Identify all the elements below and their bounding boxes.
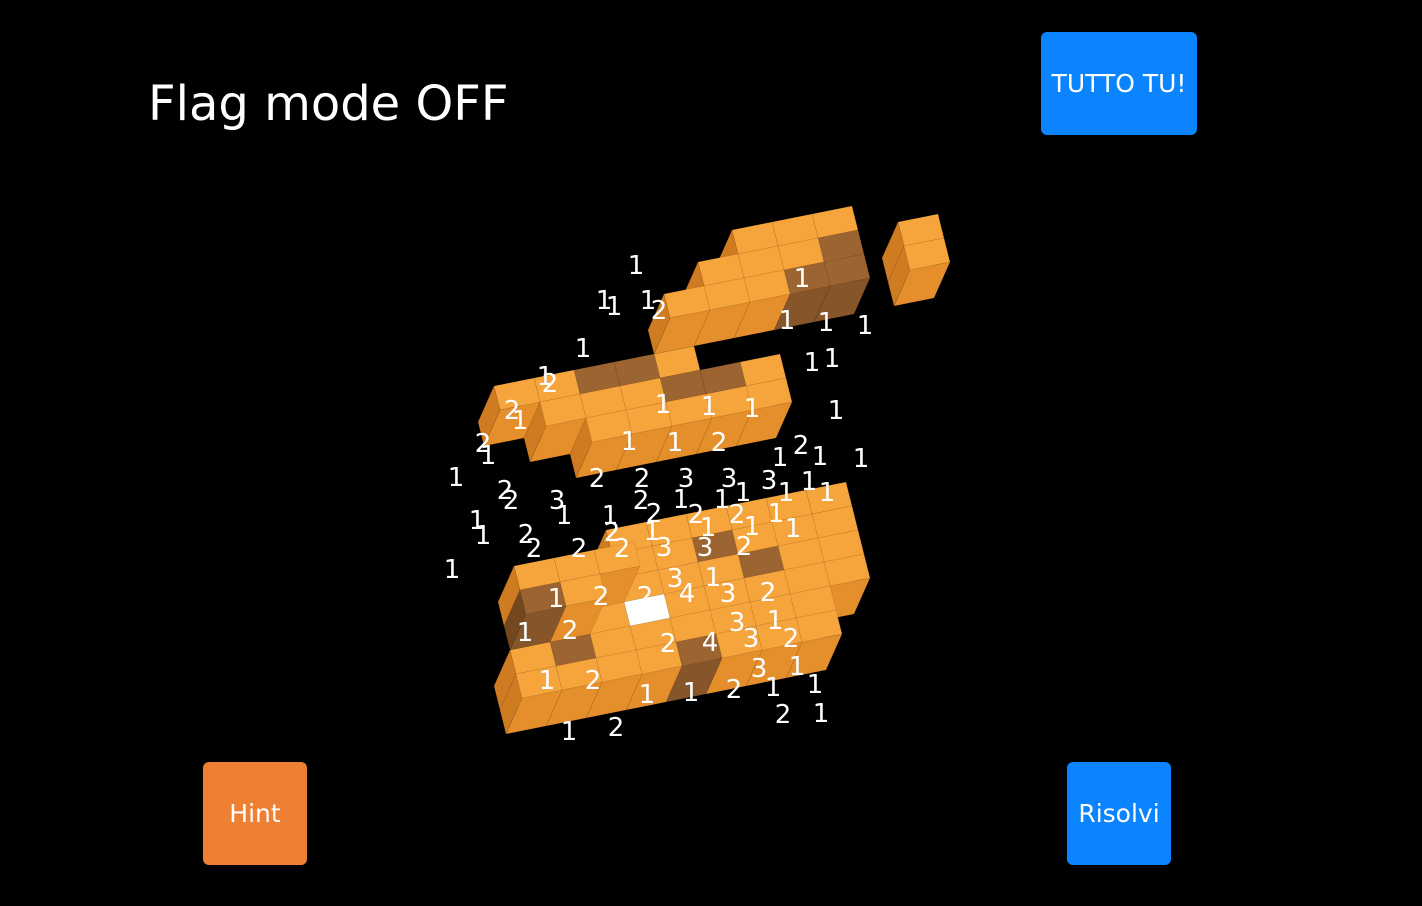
cell-number-label: 1 [744, 394, 761, 424]
cell-number-label: 2 [660, 629, 677, 659]
cell-number-label: 1 [765, 673, 782, 703]
cell-number-label: 1 [807, 670, 824, 700]
cell-number-label: 1 [818, 308, 835, 338]
cell-number-label: 1 [853, 444, 870, 474]
cell-number-label: 4 [679, 579, 696, 609]
cell-number-label: 1 [828, 396, 845, 426]
cell-number-label: 1 [639, 680, 656, 710]
cell-number-label: 2 [711, 428, 728, 458]
cell-number-label: 1 [819, 478, 836, 508]
cell-number-label: 2 [562, 616, 579, 646]
cell-number-label: 3 [761, 466, 778, 496]
cell-number-label: 1 [789, 652, 806, 682]
cell-number-label: 1 [561, 717, 578, 747]
cell-number-label: 2 [503, 486, 520, 516]
cell-number-label: 2 [775, 700, 792, 730]
cell-number-label: 2 [614, 534, 631, 564]
cell-number-label: 1 [655, 390, 672, 420]
cell-number-label: 4 [702, 628, 719, 658]
cell-number-label: 2 [783, 624, 800, 654]
cell-number-label: 1 [606, 292, 623, 322]
cell-number-label: 1 [804, 348, 821, 378]
cell-number-label: 1 [480, 441, 497, 471]
cell-number-label: 1 [548, 584, 565, 614]
cell-number-label: 2 [585, 666, 602, 696]
cell-number-label: 2 [542, 369, 559, 399]
cell-number-label: 1 [824, 344, 841, 374]
cell-number-label: 2 [593, 582, 610, 612]
cell-number-label: 2 [736, 532, 753, 562]
cell-number-label: 1 [768, 499, 785, 529]
cell-number-label: 2 [726, 675, 743, 705]
cell-number-label: 2 [608, 713, 625, 743]
cell-number-label: 1 [667, 428, 684, 458]
cell-number-label: 1 [444, 555, 461, 585]
cell-number-label: 2 [589, 464, 606, 494]
cell-number-label: 2 [760, 578, 777, 608]
cell-number-label: 1 [556, 501, 573, 531]
cell-number-label: 1 [475, 521, 492, 551]
cell-number-label: 1 [794, 264, 811, 294]
cell-number-label: 1 [701, 392, 718, 422]
cell-number-label: 2 [793, 431, 810, 461]
cell-number-label: 2 [651, 296, 668, 326]
cell-number-label: 3 [743, 624, 760, 654]
cell-number-label: 1 [813, 699, 830, 729]
cell-number-label: 1 [857, 311, 874, 341]
cell-number-label: 3 [656, 533, 673, 563]
cell-number-label: 1 [767, 606, 784, 636]
cell-number-label: 2 [637, 582, 654, 612]
cell-number-label: 1 [779, 306, 796, 336]
cell-number-label: 3 [720, 579, 737, 609]
cell-number-label: 2 [526, 534, 543, 564]
cell-number-label: 1 [785, 514, 802, 544]
cell-number-label: 1 [683, 678, 700, 708]
cell-number-label: 2 [571, 534, 588, 564]
cell-number-label: 3 [697, 533, 714, 563]
cell-number-label: 1 [512, 406, 529, 436]
minesweeper-3d-board[interactable]: 1 111 12 1 1 11 1 1121 1 1 1211 1 2 221 1 1 11 2 2 3 3 3 11 1 12… [0, 0, 1422, 906]
cell-number-label: 1 [801, 467, 818, 497]
cell-number-label: 1 [539, 666, 556, 696]
cell-number-label: 1 [628, 251, 645, 281]
cell-number-label: 1 [448, 463, 465, 493]
cell-number-label: 1 [517, 618, 534, 648]
cell-number-label: 1 [621, 427, 638, 457]
cell-number-label: 1 [575, 334, 592, 364]
